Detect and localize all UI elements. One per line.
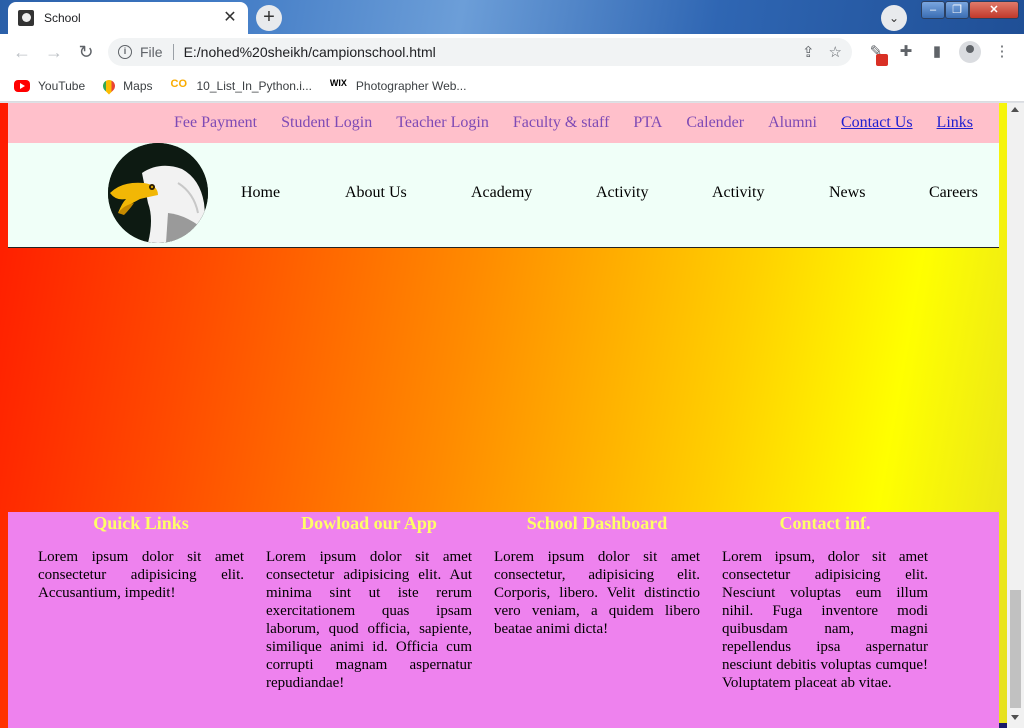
bookmark-star-icon[interactable]: ☆ xyxy=(829,43,842,61)
tab-strip: School ✕ + ⌄ – ❐ ✕ xyxy=(0,0,1024,34)
vertical-scrollbar[interactable] xyxy=(1007,103,1024,728)
url-scheme: File xyxy=(140,44,163,60)
footer-text: Lorem ipsum dolor sit amet consectetur a… xyxy=(266,549,472,691)
back-button[interactable]: ← xyxy=(10,40,34,64)
nav-activity-2[interactable]: Activity xyxy=(712,184,764,202)
page-viewport: Fee Payment Student Login Teacher Login … xyxy=(0,103,1007,728)
scroll-down-arrow-icon[interactable] xyxy=(1011,715,1019,720)
colab-icon: CO xyxy=(170,77,188,90)
nav-home[interactable]: Home xyxy=(241,184,280,202)
footer-text: Lorem ipsum, dolor sit amet consectetur … xyxy=(722,549,928,691)
browser-toolbar: ← → ↻ i File E:/nohed%20sheikh/campionsc… xyxy=(0,34,1024,70)
link-student-login[interactable]: Student Login xyxy=(281,114,372,132)
footer-section: Quick Links Lorem ipsum dolor sit amet c… xyxy=(8,512,999,728)
footer-title: Dowload our App xyxy=(301,513,437,533)
wix-icon: WIX xyxy=(329,77,347,88)
maps-icon xyxy=(100,77,118,94)
link-links[interactable]: Links xyxy=(937,114,973,132)
bookmark-maps[interactable]: Maps xyxy=(100,77,153,94)
forward-button[interactable]: → xyxy=(42,40,66,64)
tab-search-button[interactable]: ⌄ xyxy=(881,5,907,31)
bookmark-youtube[interactable]: YouTube xyxy=(14,79,85,93)
url-text[interactable]: E:/nohed%20sheikh/campionschool.html xyxy=(184,44,788,60)
youtube-icon xyxy=(14,79,30,92)
side-panel-icon[interactable]: ▮ xyxy=(927,42,947,62)
eagle-icon xyxy=(108,143,208,243)
footer-column-quick-links: Quick Links Lorem ipsum dolor sit amet c… xyxy=(38,512,244,602)
main-nav: Home About Us Academy Activity Activity … xyxy=(8,143,999,248)
eagle-favicon-icon xyxy=(18,10,34,26)
school-eagle-logo[interactable] xyxy=(108,143,208,243)
footer-title: Quick Links xyxy=(93,513,189,533)
footer-column-contact: Contact inf. Lorem ipsum, dolor sit amet… xyxy=(722,512,928,692)
scroll-up-arrow-icon[interactable] xyxy=(1011,107,1019,112)
bookmarks-bar: YouTube Maps CO 10_List_In_Python.i... W… xyxy=(0,70,1024,102)
bookmark-label: 10_List_In_Python.i... xyxy=(196,78,312,93)
page-edge-strip xyxy=(999,723,1007,728)
footer-text: Lorem ipsum dolor sit amet consectetur a… xyxy=(38,549,244,601)
nav-news[interactable]: News xyxy=(829,184,865,202)
footer-text: Lorem ipsum dolor sit amet consectetur, … xyxy=(494,549,700,637)
footer-column-dashboard: School Dashboard Lorem ipsum dolor sit a… xyxy=(494,512,700,638)
link-calender[interactable]: Calender xyxy=(686,114,744,132)
maximize-button[interactable]: ❐ xyxy=(945,1,969,19)
minimize-button[interactable]: – xyxy=(921,1,945,19)
footer-title: School Dashboard xyxy=(526,513,668,533)
footer-column-app: Dowload our App Lorem ipsum dolor sit am… xyxy=(266,512,472,692)
link-alumni[interactable]: Alumni xyxy=(768,114,817,132)
link-faculty-staff[interactable]: Faculty & staff xyxy=(513,114,610,132)
nav-careers[interactable]: Careers xyxy=(929,184,978,202)
bookmark-colab[interactable]: CO 10_List_In_Python.i... xyxy=(171,78,312,94)
menu-kebab-icon[interactable]: ⋮ xyxy=(992,42,1012,62)
extensions-puzzle-icon[interactable]: ✚ xyxy=(896,42,916,62)
bookmark-label: Photographer Web... xyxy=(355,78,467,93)
link-teacher-login[interactable]: Teacher Login xyxy=(396,114,489,132)
nav-activity[interactable]: Activity xyxy=(596,184,648,202)
bookmark-wix[interactable]: WIX Photographer Web... xyxy=(330,78,467,94)
footer-title: Contact inf. xyxy=(779,513,871,533)
link-fee-payment[interactable]: Fee Payment xyxy=(174,114,257,132)
new-tab-button[interactable]: + xyxy=(256,5,282,31)
top-link-bar: Fee Payment Student Login Teacher Login … xyxy=(8,103,999,143)
reload-button[interactable]: ↻ xyxy=(74,40,98,64)
address-bar[interactable]: i File E:/nohed%20sheikh/campionschool.h… xyxy=(108,38,852,66)
link-pta[interactable]: PTA xyxy=(633,114,662,132)
nav-about-us[interactable]: About Us xyxy=(345,184,407,202)
divider xyxy=(172,44,174,60)
close-window-button[interactable]: ✕ xyxy=(969,1,1019,19)
link-contact-us[interactable]: Contact Us xyxy=(841,114,913,132)
bookmark-label: YouTube xyxy=(38,78,86,93)
scrollbar-thumb[interactable] xyxy=(1010,590,1021,708)
tab-title: School xyxy=(44,11,81,25)
share-icon[interactable]: ⇪ xyxy=(802,43,815,61)
nav-academy[interactable]: Academy xyxy=(471,184,532,202)
close-tab-icon[interactable]: ✕ xyxy=(222,10,238,26)
profile-avatar[interactable] xyxy=(959,41,981,63)
info-icon[interactable]: i xyxy=(118,45,132,59)
bookmark-label: Maps xyxy=(123,78,153,93)
extension-badge xyxy=(876,54,888,66)
browser-tab[interactable]: School ✕ xyxy=(8,2,248,34)
